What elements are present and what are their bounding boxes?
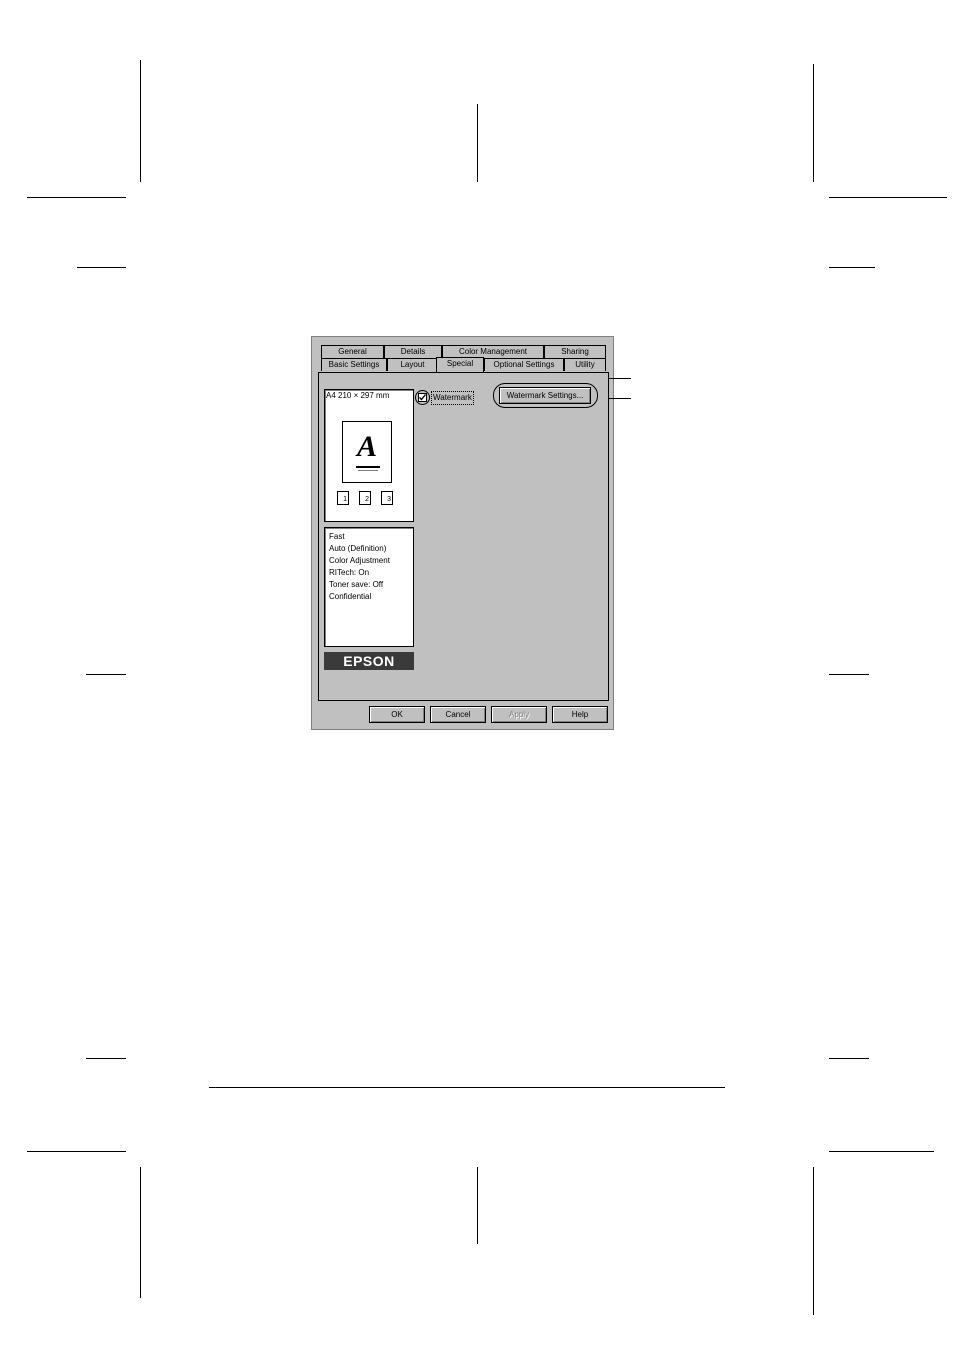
layout-preview: A4 210 × 297 mm A 1 2 3 [324, 389, 414, 522]
settings-summary: Fast Auto (Definition) Color Adjustment … [324, 527, 414, 647]
epson-logo: EPSON [324, 652, 414, 670]
help-button[interactable]: Help [552, 706, 608, 723]
crop-mark [477, 104, 478, 182]
ok-button[interactable]: OK [369, 706, 425, 723]
tab-label: Sharing [561, 347, 589, 356]
summary-line: Color Adjustment [329, 556, 390, 565]
crop-mark [813, 64, 814, 182]
printer-properties-dialog: General Details Color Management Sharing… [311, 336, 614, 730]
watermark-checkbox-label[interactable]: Watermark [431, 391, 474, 405]
tab-label: General [338, 347, 367, 356]
crop-mark [27, 1151, 126, 1152]
crop-mark [77, 267, 126, 268]
tab-label: Layout [400, 360, 425, 369]
page-number: 3 [387, 496, 391, 503]
paper-size-label: A4 210 × 297 mm [326, 391, 390, 400]
crop-mark [829, 197, 947, 198]
tab-utility[interactable]: Utility [564, 358, 606, 371]
crop-mark [829, 1151, 934, 1152]
tab-label: Color Management [458, 347, 528, 356]
summary-line: Confidential [329, 592, 372, 601]
cancel-button[interactable]: Cancel [430, 706, 486, 723]
preview-underline [356, 466, 380, 468]
crop-mark [86, 674, 126, 675]
crop-mark [829, 674, 869, 675]
special-tab-panel: A4 210 × 297 mm A 1 2 3 Fast Auto (Defin… [318, 372, 609, 701]
crop-mark [27, 197, 126, 198]
tab-details[interactable]: Details [384, 345, 442, 358]
button-label: Cancel [445, 710, 471, 719]
tab-layout[interactable]: Layout [387, 358, 438, 371]
summary-line: RITech: On [329, 568, 370, 577]
tab-general[interactable]: General [321, 345, 384, 358]
crop-mark [477, 1167, 478, 1244]
crop-mark [140, 1167, 141, 1298]
tab-optional-settings[interactable]: Optional Settings [484, 358, 564, 371]
tab-basic-settings[interactable]: Basic Settings [321, 358, 387, 371]
summary-line: Toner save: Off [329, 580, 384, 589]
preview-underline [358, 470, 378, 471]
crop-mark [829, 1058, 869, 1059]
page-order-icon: 1 [337, 491, 349, 505]
button-label: Help [571, 710, 589, 719]
button-label: OK [391, 710, 403, 719]
crop-mark [813, 1167, 814, 1315]
page-number: 2 [365, 496, 369, 503]
tab-label: Special [446, 359, 474, 368]
crop-mark [140, 60, 141, 182]
callout-circle [415, 390, 430, 405]
tab-label: Utility [575, 360, 595, 369]
tab-sharing[interactable]: Sharing [544, 345, 606, 358]
tab-label: Optional Settings [493, 360, 555, 369]
page-preview: A [342, 421, 392, 483]
page-rule [209, 1087, 725, 1088]
apply-button[interactable]: Apply [491, 706, 547, 723]
page-order-icon: 2 [359, 491, 371, 505]
callout-oval [493, 383, 598, 408]
tab-special[interactable]: Special [436, 357, 484, 372]
button-label: Apply [508, 710, 529, 719]
summary-line: Fast [329, 532, 345, 541]
tab-label: Basic Settings [328, 360, 380, 369]
crop-mark [829, 267, 875, 268]
crop-mark [86, 1058, 126, 1059]
summary-line: Auto (Definition) [329, 544, 387, 553]
tab-label: Details [400, 347, 426, 356]
page-number: 1 [343, 496, 347, 503]
page-order-icon: 3 [381, 491, 393, 505]
preview-letter: A [356, 430, 377, 463]
